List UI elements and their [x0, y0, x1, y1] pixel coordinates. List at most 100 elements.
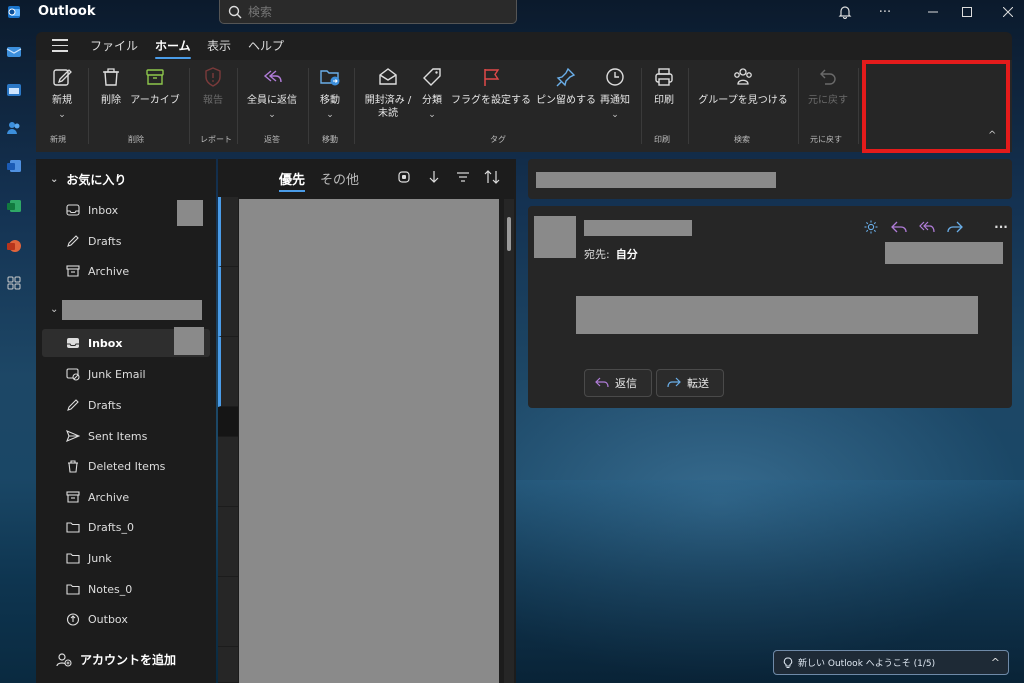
subject-redacted — [536, 172, 776, 188]
list-item[interactable] — [218, 337, 238, 407]
calendar-icon[interactable] — [6, 82, 22, 98]
folder-drafts[interactable]: Drafts — [42, 391, 210, 419]
more-options-icon[interactable]: ··· — [992, 218, 1010, 236]
inbox-icon — [67, 338, 79, 348]
tab-home[interactable]: ホーム — [155, 37, 191, 59]
tab-file[interactable]: ファイル — [90, 37, 138, 54]
tab-other[interactable]: その他 — [320, 169, 359, 188]
list-item[interactable] — [218, 577, 238, 647]
archive-button[interactable]: アーカイブ — [128, 66, 182, 107]
sun-icon[interactable] — [862, 218, 880, 236]
reply-all-icon[interactable] — [918, 218, 936, 236]
chevron-down-icon[interactable]: ⌄ — [50, 304, 58, 315]
select-icon[interactable] — [396, 169, 412, 185]
sender-redacted — [584, 220, 692, 236]
reply-all-button[interactable]: 全員に返信 ⌄ — [244, 66, 300, 122]
recipient-line: 宛先: 自分 — [584, 248, 638, 261]
chevron-down-icon[interactable]: ⌄ — [244, 109, 300, 122]
tag-icon — [423, 68, 441, 86]
excel-icon[interactable] — [6, 198, 22, 214]
chevron-down-icon[interactable]: ⌄ — [418, 109, 446, 122]
reply-button[interactable]: 返信 — [584, 369, 652, 397]
maximize-button[interactable] — [956, 2, 978, 22]
apps-icon[interactable] — [6, 275, 22, 291]
flag-button[interactable]: フラグを設定する — [450, 66, 532, 107]
reply-icon[interactable] — [890, 218, 908, 236]
tab-view[interactable]: 表示 — [207, 37, 231, 54]
forward-icon[interactable] — [946, 218, 964, 236]
ribbon-tabs: ファイル ホーム 表示 ヘルプ — [36, 32, 1012, 60]
group-label-report: レポート — [200, 135, 232, 144]
folder-outbox[interactable]: Outbox — [42, 605, 210, 633]
print-button[interactable]: 印刷 — [650, 66, 678, 107]
chevron-down-icon[interactable]: ⌄ — [48, 109, 76, 122]
categorize-button[interactable]: 分類 ⌄ — [418, 66, 446, 122]
more-options-icon[interactable]: ··· — [874, 2, 896, 22]
powerpoint-icon[interactable] — [6, 238, 22, 254]
list-item[interactable] — [218, 407, 238, 437]
favorite-archive[interactable]: Archive — [42, 257, 210, 285]
list-item[interactable] — [218, 507, 238, 577]
undo-icon — [820, 69, 836, 85]
archive-icon — [146, 69, 164, 85]
chevron-up-icon[interactable]: ^ — [991, 656, 1000, 669]
folder-pane: ⌄ お気に入り Inbox Drafts Archive ⌄ Inbox Jun… — [36, 159, 216, 683]
tab-focused[interactable]: 優先 — [279, 169, 306, 192]
folder-archive[interactable]: Archive — [42, 483, 210, 511]
undo-button[interactable]: 元に戻す — [806, 66, 850, 107]
welcome-banner[interactable]: 新しい Outlook へようこそ (1/5) ^ — [773, 650, 1009, 675]
filter-icon[interactable] — [455, 169, 471, 185]
forward-icon — [667, 377, 681, 388]
bell-icon[interactable] — [834, 2, 856, 22]
people-icon[interactable] — [6, 120, 22, 136]
mail-icon[interactable] — [6, 44, 22, 60]
chevron-down-icon: ⌄ — [50, 174, 59, 185]
find-groups-button[interactable]: グループを見つける — [696, 66, 790, 107]
inbox-icon — [66, 204, 80, 216]
folder-icon — [66, 522, 80, 533]
folder-sent-items[interactable]: Sent Items — [42, 422, 210, 450]
folder-deleted-items[interactable]: Deleted Items — [42, 452, 210, 480]
search-input[interactable] — [248, 4, 488, 19]
list-item[interactable] — [218, 647, 238, 683]
group-label-find: 検索 — [734, 135, 750, 144]
pin-button[interactable]: ピン留めする — [535, 66, 597, 107]
minimize-button[interactable] — [922, 2, 944, 22]
group-label-undo: 元に戻す — [810, 135, 842, 144]
favorites-header[interactable]: ⌄ お気に入り — [50, 171, 126, 188]
list-scrollbar[interactable] — [504, 199, 514, 683]
app-title: Outlook — [38, 4, 96, 19]
mark-read-unread-button[interactable]: 開封済み / 未読 — [362, 66, 414, 120]
message-actions: ··· — [862, 218, 1010, 236]
flag-icon — [484, 69, 500, 86]
add-account-button[interactable]: アカウントを追加 — [56, 651, 176, 668]
folder-drafts-0[interactable]: Drafts_0 — [42, 513, 210, 541]
hamburger-menu-icon[interactable] — [52, 39, 68, 53]
close-button[interactable] — [997, 2, 1019, 22]
folder-junk[interactable]: Junk — [42, 544, 210, 572]
send-icon — [66, 429, 80, 443]
report-button[interactable]: 報告 — [200, 66, 226, 107]
chevron-down-icon[interactable]: ⌄ — [316, 109, 344, 122]
search-box[interactable] — [219, 0, 517, 24]
pin-icon — [556, 67, 576, 87]
folder-notes-0[interactable]: Notes_0 — [42, 575, 210, 603]
archive-box-icon — [66, 491, 80, 503]
new-mail-button[interactable]: 新規 ⌄ — [48, 66, 76, 122]
chevron-down-icon[interactable]: ⌄ — [599, 109, 631, 122]
snooze-button[interactable]: 再通知 ⌄ — [599, 66, 631, 122]
list-item[interactable] — [218, 437, 238, 507]
sort-icon[interactable] — [484, 169, 500, 185]
trash-icon — [103, 68, 119, 86]
word-icon[interactable] — [6, 158, 22, 174]
list-item[interactable] — [218, 267, 238, 337]
forward-button[interactable]: 転送 — [656, 369, 724, 397]
group-label-delete: 削除 — [128, 135, 144, 144]
folder-junk-email[interactable]: Junk Email — [42, 360, 210, 388]
list-item[interactable] — [218, 197, 238, 267]
favorite-drafts[interactable]: Drafts — [42, 227, 210, 255]
tab-help[interactable]: ヘルプ — [248, 37, 284, 54]
move-button[interactable]: 移動 ⌄ — [316, 66, 344, 122]
delete-button[interactable]: 削除 — [98, 66, 124, 107]
arrow-down-icon[interactable] — [426, 169, 442, 185]
